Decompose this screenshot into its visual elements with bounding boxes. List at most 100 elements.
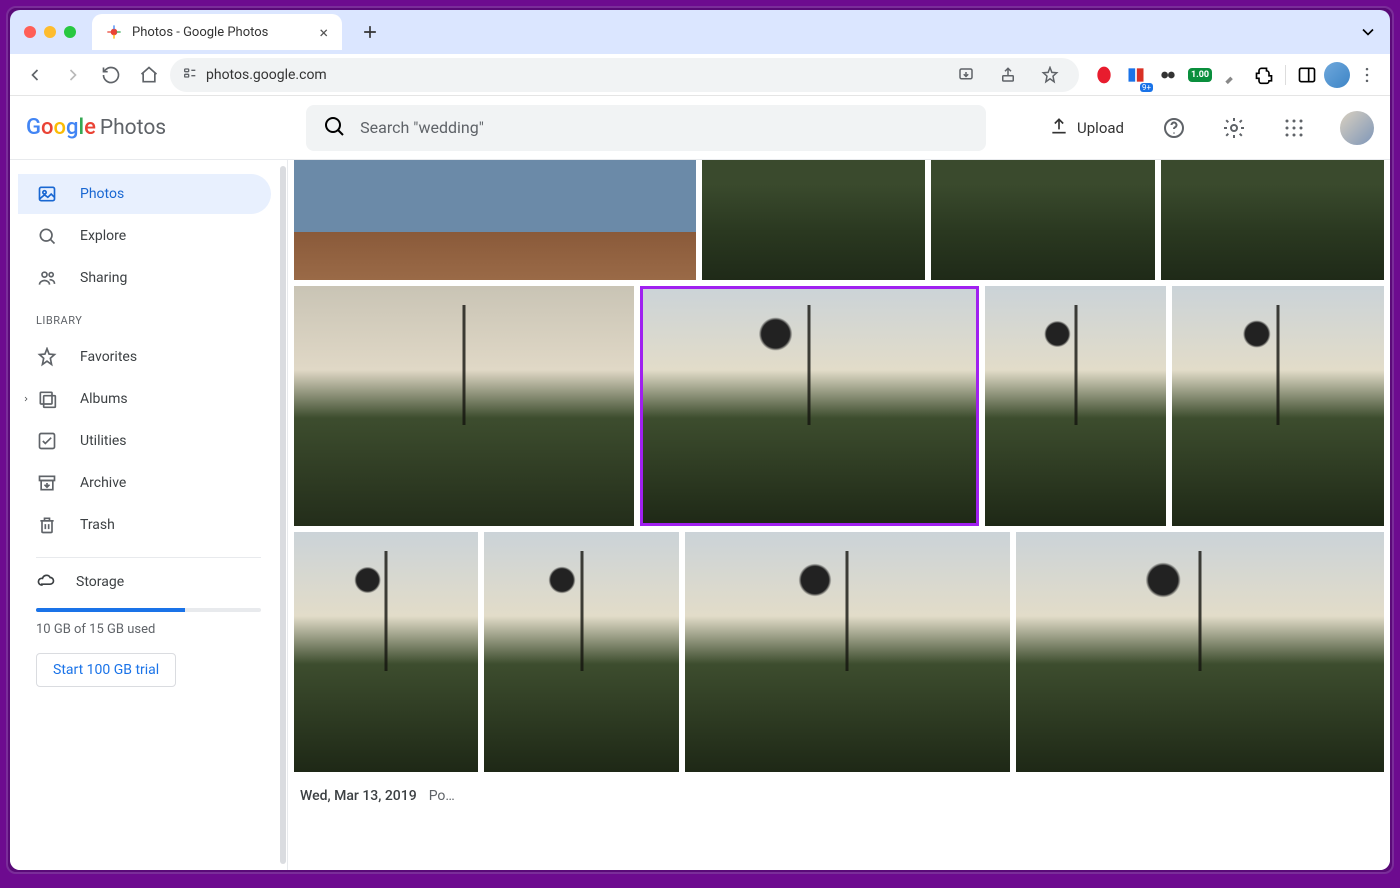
help-button[interactable] <box>1154 108 1194 148</box>
album-icon <box>36 389 58 409</box>
bookmark-icon[interactable] <box>1033 58 1067 92</box>
sidebar-item-albums[interactable]: Albums <box>18 379 271 419</box>
sidebar-item-sharing[interactable]: Sharing <box>18 258 271 298</box>
settings-button[interactable] <box>1214 108 1254 148</box>
photo-thumbnail[interactable] <box>484 532 679 772</box>
profile-avatar-browser[interactable] <box>1324 62 1350 88</box>
photo-grid: Wed, Mar 13, 2019 Po… <box>288 160 1390 870</box>
extension-green[interactable]: 1.00 <box>1185 60 1215 90</box>
tab-strip: Photos - Google Photos × <box>10 10 1390 54</box>
kebab-menu-icon[interactable] <box>1352 60 1382 90</box>
storage-bar <box>36 608 261 612</box>
search-input[interactable] <box>360 118 970 137</box>
start-trial-button[interactable]: Start 100 GB trial <box>36 653 176 687</box>
sidebar-item-label: Explore <box>80 228 126 244</box>
sidebar-item-archive[interactable]: Archive <box>18 463 271 503</box>
cloud-icon <box>36 570 56 594</box>
search-icon <box>322 114 346 142</box>
sidebar-item-label: Photos <box>80 186 124 202</box>
storage-used-text: 10 GB of 15 GB used <box>36 622 261 637</box>
date-header: Wed, Mar 13, 2019 Po… <box>288 778 1390 808</box>
image-icon <box>36 184 58 204</box>
search-box[interactable] <box>306 105 986 151</box>
sidebar-scrollbar[interactable] <box>280 166 286 864</box>
sidebar-item-utilities[interactable]: Utilities <box>18 421 271 461</box>
url-text: photos.google.com <box>206 67 327 83</box>
install-app-icon[interactable] <box>949 58 983 92</box>
date-text: Wed, Mar 13, 2019 <box>300 788 417 804</box>
sidebar-item-label: Utilities <box>80 433 127 449</box>
extension-splitscreen[interactable] <box>1121 60 1151 90</box>
sidebar-item-label: Favorites <box>80 349 137 365</box>
star-icon <box>36 347 58 367</box>
storage-bar-fill <box>36 608 185 612</box>
sidebar-item-photos[interactable]: Photos <box>18 174 271 214</box>
pinwheel-icon <box>106 24 122 40</box>
photo-thumbnail[interactable] <box>1172 286 1384 526</box>
tab-search-button[interactable] <box>1354 18 1382 46</box>
photo-thumbnail[interactable] <box>985 286 1165 526</box>
app-header: Google Photos Upload <box>10 96 1390 160</box>
photo-thumbnail[interactable] <box>685 532 1010 772</box>
sidebar-item-label: Albums <box>80 391 128 407</box>
separator <box>1285 65 1286 85</box>
address-bar: photos.google.com 1.00 <box>10 54 1390 96</box>
archive-icon <box>36 473 58 493</box>
browser-window: Photos - Google Photos × photos.google.c… <box>10 10 1390 870</box>
sidebar-item-label: Archive <box>80 475 126 491</box>
photo-thumbnail[interactable] <box>1161 160 1384 280</box>
sidebar-item-label: Sharing <box>80 270 127 286</box>
home-button[interactable] <box>132 58 166 92</box>
close-tab-button[interactable]: × <box>319 23 328 42</box>
apps-grid-button[interactable] <box>1274 108 1314 148</box>
url-input[interactable]: photos.google.com <box>170 58 1079 92</box>
upload-button[interactable]: Upload <box>1039 110 1134 146</box>
chevron-right-icon <box>22 393 30 405</box>
forward-button[interactable] <box>56 58 90 92</box>
maximize-window-button[interactable] <box>64 26 76 38</box>
sidebar-item-storage[interactable]: Storage <box>36 570 261 594</box>
close-window-button[interactable] <box>24 26 36 38</box>
photo-thumbnail[interactable] <box>294 160 696 280</box>
extension-brush[interactable] <box>1217 60 1247 90</box>
account-avatar[interactable] <box>1340 111 1374 145</box>
extensions-row: 1.00 <box>1089 60 1382 90</box>
sidebar-item-favorites[interactable]: Favorites <box>18 337 271 377</box>
search-icon <box>36 226 58 246</box>
trash-icon <box>36 515 58 535</box>
extension-opera[interactable] <box>1089 60 1119 90</box>
photo-thumbnail[interactable] <box>294 286 634 526</box>
checkbox-icon <box>36 431 58 451</box>
extensions-menu-icon[interactable] <box>1249 60 1279 90</box>
photo-thumbnail[interactable] <box>294 532 478 772</box>
photo-thumbnail[interactable] <box>1016 532 1384 772</box>
photo-thumbnail-selected[interactable] <box>640 286 980 526</box>
reload-button[interactable] <box>94 58 128 92</box>
logo-product-text: Photos <box>100 116 166 140</box>
photo-thumbnail[interactable] <box>931 160 1154 280</box>
date-subtext: Po… <box>429 788 455 804</box>
google-photos-logo[interactable]: Google Photos <box>26 115 166 140</box>
window-controls <box>24 26 76 38</box>
upload-label: Upload <box>1077 119 1124 137</box>
sidepanel-icon[interactable] <box>1292 60 1322 90</box>
trial-button-label: Start 100 GB trial <box>53 662 159 678</box>
share-icon[interactable] <box>991 58 1025 92</box>
sidebar-item-label: Trash <box>80 517 115 533</box>
sidebar: Photos Explore Sharing LIBRARY Favorites <box>10 160 288 870</box>
site-settings-icon[interactable] <box>182 65 198 85</box>
back-button[interactable] <box>18 58 52 92</box>
storage-label: Storage <box>76 574 124 590</box>
google-photos-app: Google Photos Upload <box>10 96 1390 870</box>
library-section-label: LIBRARY <box>18 300 279 335</box>
people-icon <box>36 268 58 288</box>
browser-tab[interactable]: Photos - Google Photos × <box>92 14 342 50</box>
sidebar-item-explore[interactable]: Explore <box>18 216 271 256</box>
photo-thumbnail[interactable] <box>702 160 925 280</box>
divider <box>36 557 261 558</box>
new-tab-button[interactable] <box>356 18 384 46</box>
sidebar-item-trash[interactable]: Trash <box>18 505 271 545</box>
minimize-window-button[interactable] <box>44 26 56 38</box>
tab-title: Photos - Google Photos <box>132 25 309 40</box>
extension-glasses[interactable] <box>1153 60 1183 90</box>
